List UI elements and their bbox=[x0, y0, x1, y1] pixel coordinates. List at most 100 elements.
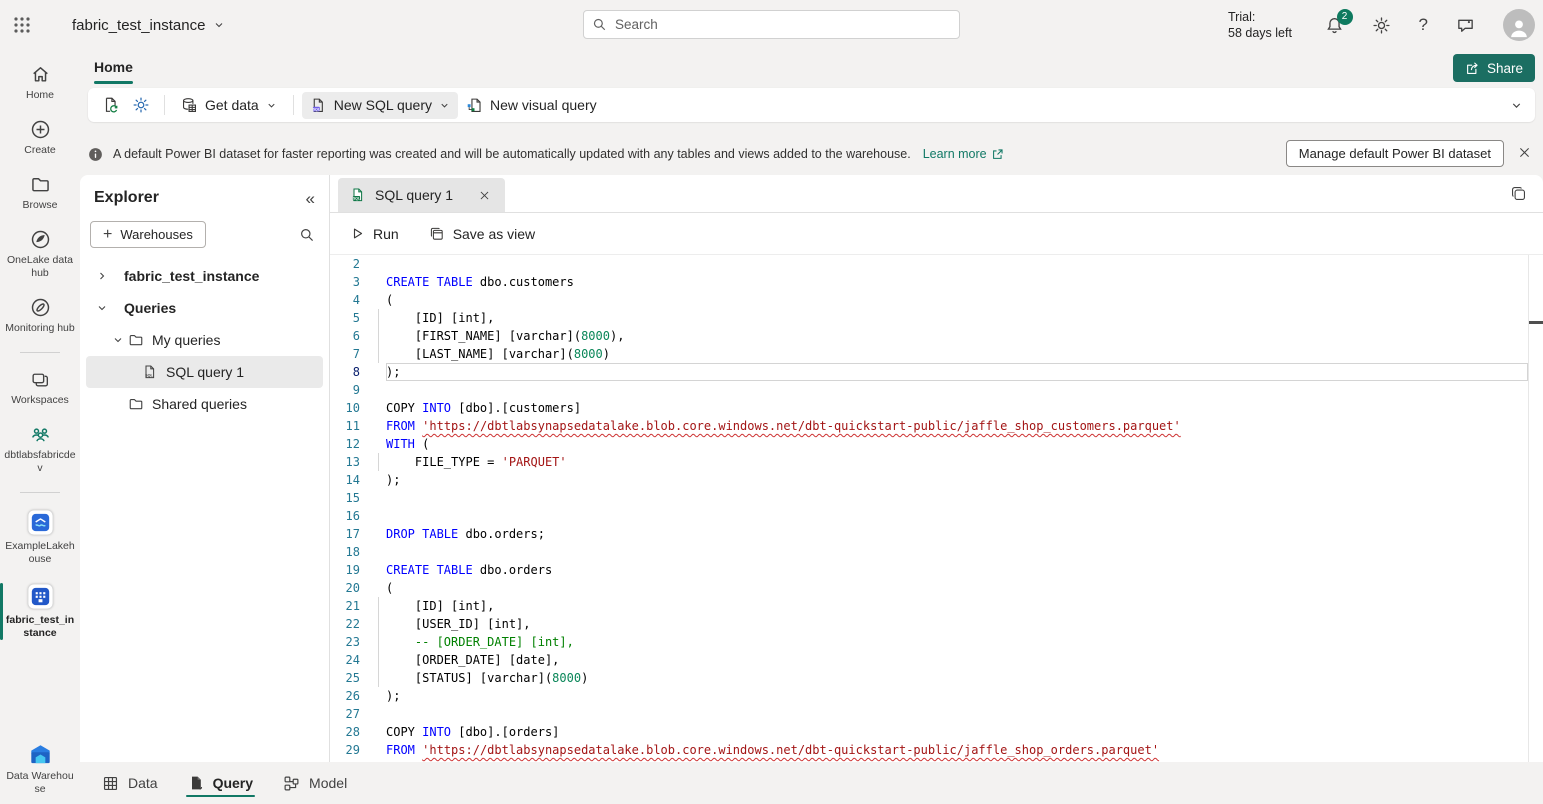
code-line[interactable]: 13 FILE_TYPE = 'PARQUET' bbox=[330, 453, 1543, 471]
chevron-right-icon[interactable] bbox=[94, 270, 110, 282]
code-line[interactable]: 15 bbox=[330, 489, 1543, 507]
refresh-dataset-button[interactable] bbox=[96, 92, 126, 118]
nav-item-fabric-test-instance[interactable]: fabric_test_instance bbox=[0, 581, 80, 642]
main-content: Explorer « + Warehouses fabric_test_inst… bbox=[80, 175, 1543, 762]
code-line[interactable]: 21 [ID] [int], bbox=[330, 597, 1543, 615]
code-line[interactable]: 22 [USER_ID] [int], bbox=[330, 615, 1543, 633]
code-line[interactable]: 25 [STATUS] [varchar](8000) bbox=[330, 669, 1543, 687]
notifications-button[interactable]: 2 bbox=[1325, 16, 1344, 35]
chevron-down-icon bbox=[266, 100, 277, 111]
code-line[interactable]: 16 bbox=[330, 507, 1543, 525]
code-line[interactable]: 2 bbox=[330, 255, 1543, 273]
nav-workspaces[interactable]: Workspaces bbox=[0, 367, 80, 409]
line-number: 21 bbox=[330, 597, 360, 615]
code-line[interactable]: 9 bbox=[330, 381, 1543, 399]
nav-monitoring-hub[interactable]: Monitoring hub bbox=[0, 295, 80, 337]
query-toolbar: Run Save as view bbox=[330, 213, 1543, 255]
manage-default-dataset-button[interactable]: Manage default Power BI dataset bbox=[1286, 140, 1504, 167]
tree-item-sql-query-1[interactable]: SQL SQL query 1 bbox=[86, 356, 323, 388]
code-line[interactable]: 6 [FIRST_NAME] [varchar](8000), bbox=[330, 327, 1543, 345]
svg-text:SQL: SQL bbox=[145, 373, 153, 377]
app-launcher-waffle-icon[interactable] bbox=[0, 16, 44, 34]
line-number: 11 bbox=[330, 417, 360, 435]
code-line[interactable]: 17DROP TABLE dbo.orders; bbox=[330, 525, 1543, 543]
page-header: Home Share bbox=[80, 50, 1543, 86]
info-banner: A default Power BI dataset for faster re… bbox=[80, 139, 1543, 169]
collapse-panel-button[interactable]: « bbox=[306, 190, 315, 207]
code-line[interactable]: 5 [ID] [int], bbox=[330, 309, 1543, 327]
tree-item-my-queries[interactable]: My queries bbox=[86, 324, 323, 356]
query-panel: SQL SQL query 1 Run bbox=[330, 175, 1543, 762]
tree-item-shared-queries[interactable]: Shared queries bbox=[86, 388, 323, 420]
help-button[interactable]: ? bbox=[1419, 15, 1428, 35]
code-line[interactable]: 3CREATE TABLE dbo.customers bbox=[330, 273, 1543, 291]
add-warehouses-button[interactable]: + Warehouses bbox=[90, 221, 206, 248]
new-sql-query-button[interactable]: SQL New SQL query bbox=[302, 92, 458, 119]
account-avatar[interactable] bbox=[1503, 9, 1535, 41]
code-line[interactable]: 29FROM 'https://dbtlabsynapsedatalake.bl… bbox=[330, 741, 1543, 759]
share-button[interactable]: Share bbox=[1453, 54, 1535, 82]
chevron-down-icon[interactable] bbox=[94, 302, 110, 314]
play-icon bbox=[350, 226, 365, 241]
copy-button[interactable] bbox=[1508, 183, 1529, 204]
workspace-name: fabric_test_instance bbox=[72, 17, 205, 34]
code-line[interactable]: 8); bbox=[330, 363, 1543, 381]
search-input[interactable] bbox=[615, 17, 951, 32]
person-icon bbox=[1506, 15, 1532, 41]
ribbon-collapse-chevron[interactable] bbox=[1506, 95, 1527, 116]
code-line[interactable]: 14); bbox=[330, 471, 1543, 489]
tab-close-button[interactable] bbox=[476, 187, 493, 204]
nav-browse[interactable]: Browse bbox=[0, 172, 80, 214]
home-icon bbox=[30, 64, 51, 85]
tree-item-warehouse[interactable]: fabric_test_instance bbox=[86, 260, 323, 292]
code-line[interactable]: 23 -- [ORDER_DATE] [int], bbox=[330, 633, 1543, 651]
code-line[interactable]: 19CREATE TABLE dbo.orders bbox=[330, 561, 1543, 579]
nav-item-examplelakehouse[interactable]: ExampleLakehouse bbox=[0, 507, 80, 568]
code-line[interactable]: 24 [ORDER_DATE] [date], bbox=[330, 651, 1543, 669]
code-line[interactable]: 4( bbox=[330, 291, 1543, 309]
save-as-view-button[interactable]: Save as view bbox=[427, 222, 537, 246]
nav-workspace-dbtlabsfabricdev[interactable]: dbtlabsfabricdev bbox=[0, 422, 80, 477]
new-sql-query-label: New SQL query bbox=[334, 97, 432, 113]
svg-text:SQL: SQL bbox=[353, 197, 360, 201]
trial-status[interactable]: Trial: 58 days left bbox=[1228, 9, 1292, 41]
chevron-down-icon[interactable] bbox=[110, 334, 126, 346]
view-tab-query[interactable]: Query bbox=[186, 767, 255, 799]
code-line[interactable]: 26); bbox=[330, 687, 1543, 705]
sql-document-icon: SQL bbox=[310, 97, 327, 114]
explorer-tree: fabric_test_instance Queries My queries bbox=[80, 260, 329, 420]
banner-close-button[interactable] bbox=[1515, 143, 1534, 162]
code-line[interactable]: 10COPY INTO [dbo].[customers] bbox=[330, 399, 1543, 417]
refresh-document-icon bbox=[102, 96, 120, 114]
view-tab-model[interactable]: Model bbox=[281, 767, 349, 800]
learn-more-link[interactable]: Learn more bbox=[923, 147, 1004, 161]
tree-item-queries[interactable]: Queries bbox=[86, 292, 323, 324]
tab-sql-query-1[interactable]: SQL SQL query 1 bbox=[338, 178, 505, 212]
code-line[interactable]: 18 bbox=[330, 543, 1543, 561]
banner-message: A default Power BI dataset for faster re… bbox=[113, 147, 911, 161]
settings-button[interactable] bbox=[1372, 16, 1391, 35]
code-line[interactable]: 7 [LAST_NAME] [varchar](8000) bbox=[330, 345, 1543, 363]
workspace-switcher[interactable]: fabric_test_instance bbox=[72, 17, 225, 34]
get-data-button[interactable]: Get data bbox=[173, 92, 285, 119]
nav-data-warehouse[interactable]: Data Warehouse bbox=[0, 741, 80, 798]
settings-warehouse-button[interactable] bbox=[126, 92, 156, 118]
view-tab-data[interactable]: Data bbox=[100, 767, 160, 800]
code-line[interactable]: 27 bbox=[330, 705, 1543, 723]
code-line[interactable]: 11FROM 'https://dbtlabsynapsedatalake.bl… bbox=[330, 417, 1543, 435]
nav-onelake-data-hub[interactable]: OneLake data hub bbox=[0, 227, 80, 282]
scrollbar-position-marker[interactable] bbox=[1529, 321, 1543, 324]
sql-code-editor[interactable]: 23CREATE TABLE dbo.customers4(5 [ID] [in… bbox=[330, 255, 1543, 762]
code-line[interactable]: 28COPY INTO [dbo].[orders] bbox=[330, 723, 1543, 741]
nav-create[interactable]: Create bbox=[0, 117, 80, 159]
run-button[interactable]: Run bbox=[348, 222, 401, 246]
line-number: 24 bbox=[330, 651, 360, 669]
tab-home[interactable]: Home bbox=[88, 53, 139, 84]
feedback-button[interactable] bbox=[1456, 16, 1475, 35]
code-line[interactable]: 12WITH ( bbox=[330, 435, 1543, 453]
nav-home[interactable]: Home bbox=[0, 62, 80, 104]
new-visual-query-label: New visual query bbox=[490, 97, 597, 113]
explorer-search-icon[interactable] bbox=[299, 227, 315, 243]
new-visual-query-button[interactable]: New visual query bbox=[458, 92, 605, 119]
code-line[interactable]: 20( bbox=[330, 579, 1543, 597]
